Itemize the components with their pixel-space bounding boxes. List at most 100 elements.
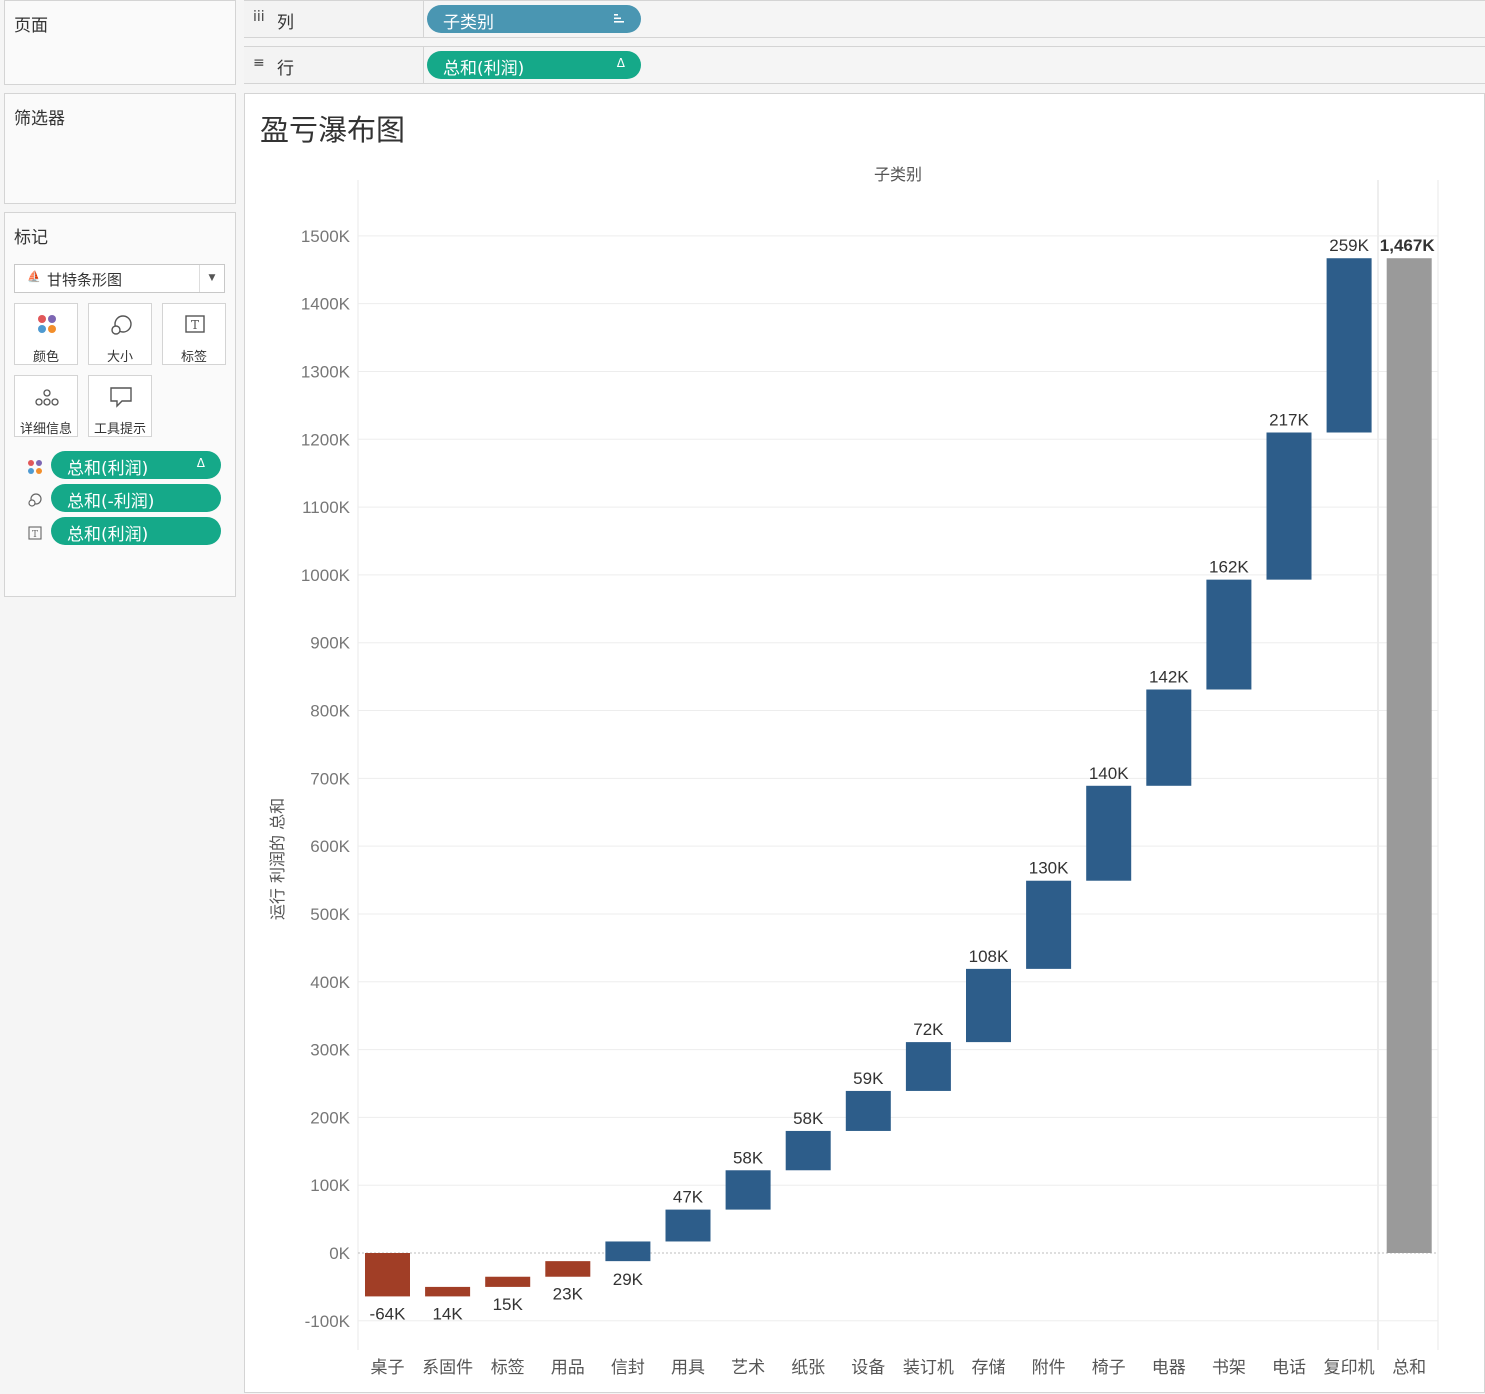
bar-segment[interactable] — [545, 1261, 591, 1277]
x-tick-label: 用品 — [551, 1358, 585, 1378]
y-tick-label: 1200K — [301, 430, 351, 449]
color-encoding-icon — [28, 460, 42, 474]
color-button-label: 颜色 — [32, 350, 59, 365]
bar-segment[interactable] — [605, 1241, 651, 1262]
x-tick-label: 存储 — [972, 1358, 1006, 1378]
x-tick-label: 用具 — [671, 1358, 705, 1378]
size-measure-pill[interactable]: 总和(-利润) — [51, 484, 221, 512]
bar-value-label: 162K — [1209, 558, 1249, 577]
bar-value-label: 140K — [1089, 764, 1129, 783]
bar-segment[interactable] — [1266, 432, 1312, 580]
y-tick-label: 900K — [310, 634, 350, 653]
mark-type-label: 甘特条形图 — [47, 271, 123, 289]
bar-total[interactable] — [1386, 258, 1432, 1253]
bar-segment[interactable] — [785, 1130, 831, 1171]
y-tick-label: 400K — [310, 973, 350, 992]
y-tick-label: 600K — [310, 837, 350, 856]
y-tick-label: 0K — [329, 1244, 350, 1263]
x-tick-label: 书架 — [1212, 1358, 1246, 1378]
bar-segment[interactable] — [1206, 579, 1252, 690]
bar-value-label: 142K — [1149, 667, 1189, 686]
subcategory-pill[interactable]: 子类别 — [427, 5, 641, 33]
label-button[interactable]: T 标签 — [162, 303, 226, 365]
x-tick-label: 系固件 — [422, 1358, 473, 1378]
chevron-down-icon[interactable]: ▼ — [199, 265, 224, 292]
x-tick-label: 总和 — [1392, 1358, 1426, 1378]
detail-button-label: 详细信息 — [19, 422, 72, 437]
bar-value-label: 108K — [969, 947, 1009, 966]
tooltip-button[interactable]: 工具提示 — [88, 375, 152, 437]
columns-icon: iii — [253, 9, 265, 25]
columns-shelf[interactable]: iii 列 子类别 — [244, 0, 1485, 38]
bar-value-label: 14K — [432, 1304, 463, 1323]
svg-text:T: T — [32, 530, 38, 540]
bar-segment[interactable] — [966, 968, 1011, 1043]
y-tick-label: 700K — [310, 769, 350, 788]
sort-icon — [614, 14, 624, 23]
bar-value-label: 47K — [673, 1188, 704, 1207]
bar-value-label: 72K — [913, 1020, 944, 1039]
rows-shelf[interactable]: ≡ 行 总和(利润) Δ — [244, 46, 1485, 84]
bar-segment[interactable] — [485, 1276, 531, 1287]
bar-value-label: 217K — [1269, 410, 1309, 429]
delta-icon: Δ — [616, 56, 625, 70]
mark-type-dropdown[interactable]: ⛵ 甘特条形图 ▼ — [14, 264, 225, 293]
size-pill-label: 总和(-利润) — [67, 492, 155, 512]
bar-value-label: 15K — [493, 1295, 524, 1314]
filters-card[interactable]: 筛选器 — [4, 93, 236, 204]
rows-shelf-header: ≡ 行 — [244, 47, 424, 83]
bar-segment[interactable] — [1326, 258, 1372, 433]
detail-button[interactable]: 详细信息 — [14, 375, 78, 437]
y-tick-label: 200K — [310, 1108, 350, 1127]
bar-segment[interactable] — [1086, 785, 1132, 881]
bar-segment[interactable] — [1026, 880, 1072, 969]
x-tick-label: 标签 — [491, 1358, 525, 1378]
bar-segment[interactable] — [425, 1286, 471, 1297]
x-tick-label: 设备 — [851, 1358, 885, 1378]
y-tick-label: 1500K — [301, 227, 351, 246]
waterfall-chart: 盈亏瀑布图 子类别 运行 利润的 总和 -64K 14K 15K 23K 29K 47K 5… — [260, 113, 1439, 1378]
color-dots-icon — [38, 315, 56, 333]
x-tick-label: 纸张 — [791, 1358, 825, 1378]
profit-sum-pill[interactable]: 总和(利润) Δ — [427, 51, 641, 79]
y-tick-label: 1100K — [302, 498, 351, 517]
bar-value-label: 1,467K — [1380, 236, 1436, 255]
bar-value-label: 58K — [733, 1148, 764, 1167]
chart-title: 盈亏瀑布图 — [260, 113, 405, 147]
color-pill-label: 总和(利润) — [67, 459, 149, 479]
subcategory-pill-label: 子类别 — [443, 13, 494, 33]
bar-value-label: 23K — [553, 1285, 584, 1304]
size-button[interactable]: 大小 — [88, 303, 152, 365]
bar-segment[interactable] — [1146, 689, 1192, 786]
color-measure-pill[interactable]: 总和(利润) Δ — [51, 451, 221, 479]
x-tick-label: 艺术 — [731, 1358, 765, 1378]
bar-value-label: 59K — [853, 1069, 884, 1088]
pages-card[interactable]: 页面 — [4, 0, 236, 85]
bar-segment[interactable] — [905, 1042, 951, 1091]
color-button[interactable]: 颜色 — [14, 303, 78, 365]
label-encoding-icon: T — [28, 526, 42, 540]
size-button-label: 大小 — [106, 350, 133, 365]
gantt-bar-icon: ⛵ — [27, 270, 41, 283]
y-tick-label: 300K — [310, 1041, 350, 1060]
y-tick-label: 800K — [310, 702, 350, 721]
bar-segment[interactable] — [845, 1090, 891, 1131]
label-button-label: 标签 — [180, 350, 207, 365]
bar-value-label: 130K — [1029, 859, 1069, 878]
detail-dots-icon — [35, 389, 59, 406]
bar-segment[interactable] — [665, 1209, 711, 1242]
x-tick-label: 装订机 — [903, 1358, 954, 1378]
x-tick-label: 电话 — [1272, 1358, 1306, 1378]
bar-segment[interactable] — [365, 1253, 410, 1297]
y-tick-label: -100K — [305, 1312, 351, 1331]
tooltip-bubble-icon — [110, 387, 132, 408]
label-pill-label: 总和(利润) — [67, 525, 149, 545]
label-measure-pill[interactable]: 总和(利润) — [51, 517, 221, 545]
bar-segment[interactable] — [725, 1170, 771, 1210]
x-tick-label: 信封 — [611, 1358, 645, 1378]
rows-icon: ≡ — [253, 55, 265, 71]
columns-label: 列 — [277, 13, 294, 33]
filters-title: 筛选器 — [14, 109, 65, 129]
bar-value-label: 29K — [613, 1270, 644, 1289]
y-tick-label: 1300K — [301, 362, 351, 381]
